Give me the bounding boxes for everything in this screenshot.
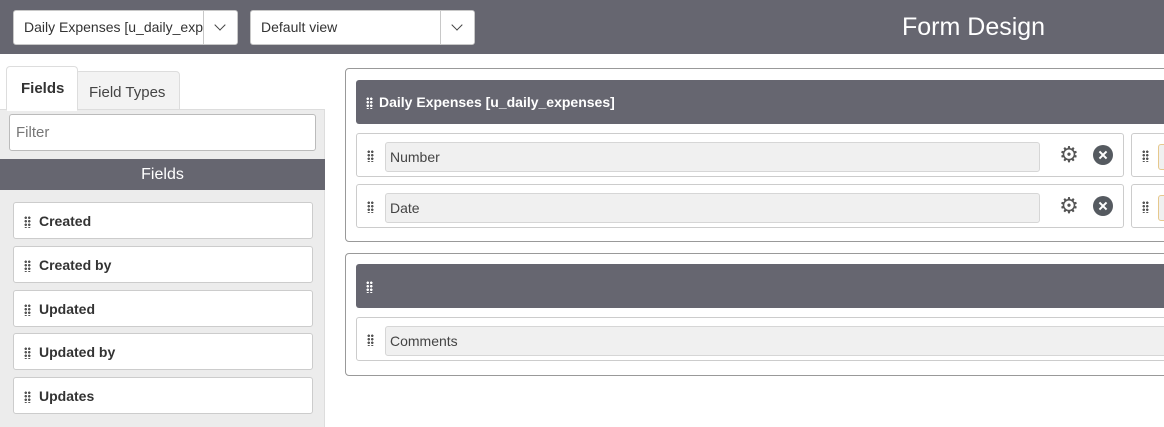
- drag-handle-icon[interactable]: [367, 150, 374, 162]
- drag-handle-icon[interactable]: [366, 97, 373, 109]
- tab-fields[interactable]: Fields: [6, 66, 78, 111]
- drag-handle-icon[interactable]: [24, 391, 31, 403]
- form-field-row-column2[interactable]: [1131, 133, 1164, 177]
- form-canvas: Daily Expenses [u_daily_expenses] Number…: [331, 54, 1164, 427]
- sidebar-item-created[interactable]: Created: [13, 202, 313, 239]
- page-title: Form Design: [902, 13, 1046, 41]
- view-select-dropdown-button[interactable]: [440, 11, 474, 44]
- view-select-value: Default view: [261, 19, 338, 35]
- chevron-down-icon: [451, 19, 463, 31]
- chevron-down-icon: [214, 19, 226, 31]
- fields-header: Fields: [0, 159, 325, 190]
- table-select[interactable]: Daily Expenses [u_daily_expenses]: [13, 10, 238, 45]
- view-select[interactable]: Default view: [250, 10, 475, 45]
- drag-handle-icon[interactable]: [367, 201, 374, 213]
- form-field-row[interactable]: Number ⚙: [356, 133, 1124, 177]
- tab-field-types[interactable]: Field Types: [75, 71, 180, 110]
- form-field-row[interactable]: Comments: [356, 317, 1164, 361]
- gear-icon[interactable]: ⚙: [1059, 144, 1079, 166]
- drag-handle-icon[interactable]: [366, 281, 373, 293]
- form-section: Comments: [345, 253, 1164, 376]
- form-field-column2[interactable]: [1158, 144, 1164, 170]
- sidebar-item-created-by[interactable]: Created by: [13, 246, 313, 283]
- drag-handle-icon[interactable]: [24, 304, 31, 316]
- form-field-row[interactable]: Date ⚙: [356, 184, 1124, 228]
- sidebar-tabs: Fields Field Types: [0, 54, 325, 111]
- close-icon[interactable]: [1093, 145, 1113, 165]
- sidebar-item-updated-by[interactable]: Updated by: [13, 333, 313, 370]
- form-section: Daily Expenses [u_daily_expenses] Number…: [345, 68, 1164, 242]
- field-label: Updated: [39, 301, 95, 317]
- section-title: Daily Expenses [u_daily_expenses]: [379, 94, 615, 110]
- drag-handle-icon[interactable]: [24, 216, 31, 228]
- drag-handle-icon[interactable]: [24, 260, 31, 272]
- drag-handle-icon[interactable]: [1142, 150, 1149, 162]
- field-label: Created: [39, 213, 92, 229]
- form-field-number[interactable]: Number: [385, 142, 1040, 172]
- sidebar-item-updated[interactable]: Updated: [13, 290, 313, 327]
- gear-icon[interactable]: ⚙: [1059, 195, 1079, 217]
- drag-handle-icon[interactable]: [24, 347, 31, 359]
- top-bar: Daily Expenses [u_daily_expenses] Defaul…: [0, 0, 1164, 54]
- drag-handle-icon[interactable]: [367, 334, 374, 346]
- field-label: Created by: [39, 257, 112, 273]
- fields-sidebar: Fields Field Types Fields Created Create…: [0, 54, 325, 427]
- close-icon[interactable]: [1093, 196, 1113, 216]
- form-field-column2[interactable]: [1158, 195, 1164, 221]
- drag-handle-icon[interactable]: [1142, 201, 1149, 213]
- table-select-dropdown-button[interactable]: [203, 11, 237, 44]
- field-label: Updates: [39, 388, 95, 404]
- form-field-comments[interactable]: Comments: [385, 326, 1164, 356]
- filter-input[interactable]: [9, 114, 316, 151]
- section-header[interactable]: Daily Expenses [u_daily_expenses]: [356, 80, 1164, 124]
- form-field-date[interactable]: Date: [385, 193, 1040, 223]
- section-header[interactable]: [356, 264, 1164, 308]
- sidebar-item-updates[interactable]: Updates: [13, 377, 313, 414]
- field-label: Updated by: [39, 344, 116, 360]
- form-field-row-column2[interactable]: [1131, 184, 1164, 228]
